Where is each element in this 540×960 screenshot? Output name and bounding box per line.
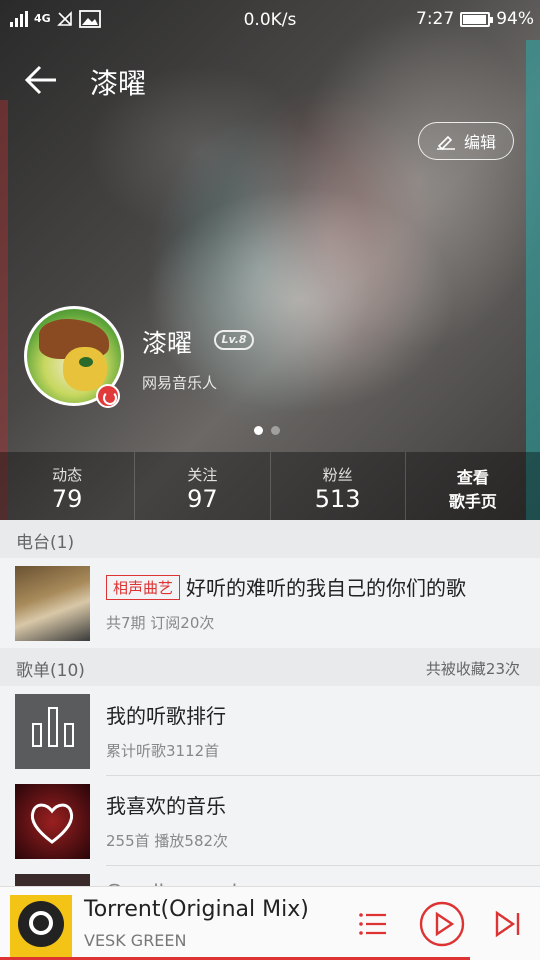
song-artist: VESK GREEN bbox=[84, 931, 187, 950]
stat-label: 动态 bbox=[52, 466, 83, 484]
edit-label: 编辑 bbox=[463, 133, 496, 152]
back-button[interactable] bbox=[22, 62, 62, 98]
radio-section-title: 电台(1) bbox=[16, 533, 75, 553]
artist-page-link[interactable]: 查看 歌手页 bbox=[406, 452, 540, 520]
playlist-section-title: 歌单(10) bbox=[16, 661, 85, 681]
stat-label: 粉丝 bbox=[322, 466, 353, 484]
radio-item[interactable]: 相声曲艺 好听的难听的我自己的你们的歌 共7期 订阅20次 bbox=[0, 558, 540, 648]
skip-next-icon bbox=[495, 910, 520, 938]
cover-edge-cyan bbox=[526, 40, 540, 520]
radio-cover bbox=[15, 566, 90, 641]
song-title: Torrent(Original Mix) bbox=[84, 897, 309, 922]
stat-label: 关注 bbox=[187, 466, 218, 484]
avatar-eye bbox=[79, 357, 93, 367]
musician-badge-icon bbox=[96, 384, 120, 408]
bar-chart-icon bbox=[31, 723, 42, 747]
play-circle-icon bbox=[419, 901, 465, 947]
stat-value: 97 bbox=[187, 485, 218, 513]
stat-feed[interactable]: 动态 79 bbox=[0, 452, 136, 520]
status-right: 7:27 94% bbox=[416, 9, 534, 29]
collected-count: 共被收藏23次 bbox=[425, 660, 520, 678]
carousel-dot-active bbox=[254, 426, 263, 435]
radio-section-header: 电台(1) bbox=[0, 520, 540, 558]
album-cover[interactable] bbox=[10, 895, 72, 957]
mini-player[interactable]: Torrent(Original Mix) VESK GREEN bbox=[0, 886, 540, 960]
level-badge[interactable]: Lv.8 bbox=[214, 330, 254, 350]
battery-fill bbox=[463, 14, 486, 24]
stat-value: 513 bbox=[314, 485, 361, 513]
playlist-section-header: 歌单(10) 共被收藏23次 bbox=[0, 648, 540, 686]
stat-value: 歌手页 bbox=[448, 492, 497, 511]
list-icon bbox=[359, 913, 386, 935]
stats-bar: 动态 79 关注 97 粉丝 513 查看 歌手页 bbox=[0, 452, 540, 520]
playlist-meta: 255首 播放582次 bbox=[106, 832, 229, 850]
radio-title-line: 相声曲艺 好听的难听的我自己的你们的歌 bbox=[106, 572, 466, 601]
playlist-title: 我喜欢的音乐 bbox=[106, 794, 226, 818]
arrow-left-icon bbox=[24, 65, 56, 95]
page-title: 漆曜 bbox=[90, 67, 147, 100]
playlist-button[interactable] bbox=[358, 909, 388, 939]
top-bar: 漆曜 bbox=[0, 50, 540, 110]
avatar-face bbox=[63, 347, 107, 391]
profile-name: 漆曜 bbox=[142, 329, 193, 358]
carousel-indicator bbox=[254, 426, 280, 435]
bar-chart-icon-bar bbox=[47, 707, 58, 747]
next-button[interactable] bbox=[492, 909, 522, 939]
radio-meta: 共7期 订阅20次 bbox=[106, 614, 215, 632]
album-logo-mark bbox=[29, 911, 53, 935]
battery-percent: 94% bbox=[496, 9, 534, 29]
playlist-title: 我的听歌排行 bbox=[106, 704, 226, 728]
status-bar: 4G 0.0K/s 7:27 94% bbox=[0, 0, 540, 40]
play-button[interactable] bbox=[419, 901, 465, 947]
category-tag: 相声曲艺 bbox=[106, 575, 181, 600]
playlist-meta: 累计听歌3112首 bbox=[106, 742, 220, 760]
radio-title: 好听的难听的我自己的你们的歌 bbox=[186, 576, 467, 600]
stat-following[interactable]: 关注 97 bbox=[135, 452, 271, 520]
liked-music-cover bbox=[15, 784, 90, 859]
stat-fans[interactable]: 粉丝 513 bbox=[271, 452, 406, 520]
ranking-cover bbox=[15, 694, 90, 769]
profile-tag: 网易音乐人 bbox=[142, 374, 218, 392]
edit-button[interactable]: 编辑 bbox=[418, 122, 514, 160]
playlist-item[interactable]: 我的听歌排行 累计听歌3112首 bbox=[0, 686, 540, 776]
playlist-item[interactable]: 我喜欢的音乐 255首 播放582次 bbox=[0, 776, 540, 866]
carousel-dot bbox=[271, 426, 280, 435]
heart-icon bbox=[30, 803, 74, 844]
stat-label: 查看 bbox=[456, 468, 489, 487]
stat-value: 79 bbox=[51, 485, 83, 513]
bar-chart-icon-bar bbox=[63, 723, 74, 747]
battery-icon bbox=[460, 11, 494, 27]
pencil-icon bbox=[436, 135, 455, 150]
clock: 7:27 bbox=[416, 9, 455, 29]
